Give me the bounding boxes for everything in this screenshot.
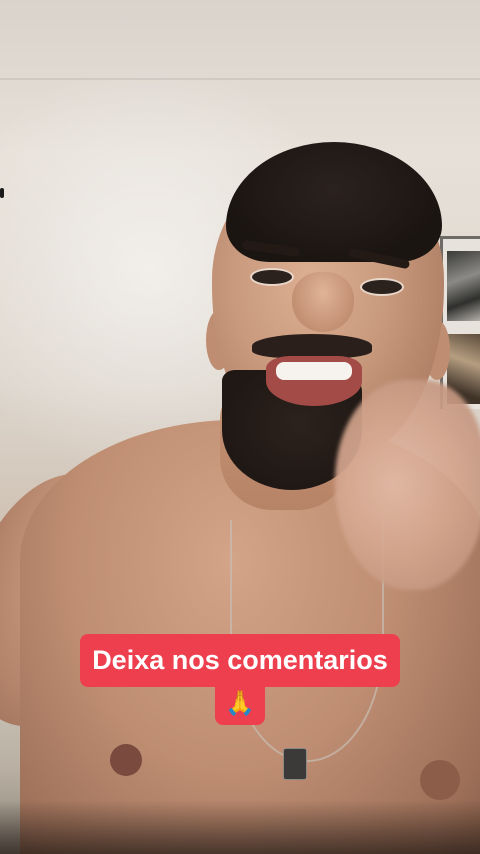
caption-block: Deixa nos comentarios 🙏	[0, 634, 480, 725]
caption-text: Deixa nos comentarios	[80, 634, 400, 687]
person-right-eye	[360, 278, 404, 296]
wall-picture-frame	[440, 236, 480, 409]
bottom-shadow	[0, 800, 480, 854]
person-mouth	[266, 356, 362, 406]
wall-hook	[0, 188, 4, 198]
necklace-pendant	[283, 748, 307, 780]
praying-hands-emoji: 🙏	[215, 685, 265, 725]
person-hand-blurred	[335, 380, 480, 590]
person-chest-detail	[110, 744, 142, 776]
video-frame: Deixa nos comentarios 🙏	[0, 0, 480, 854]
person-teeth	[276, 362, 352, 380]
person-chest-detail-right	[420, 760, 460, 800]
person-nose	[292, 272, 354, 332]
wall-picture-art	[447, 251, 480, 321]
ceiling-edge	[0, 78, 480, 80]
person-left-eye	[250, 268, 294, 286]
person-mustache	[252, 334, 372, 358]
